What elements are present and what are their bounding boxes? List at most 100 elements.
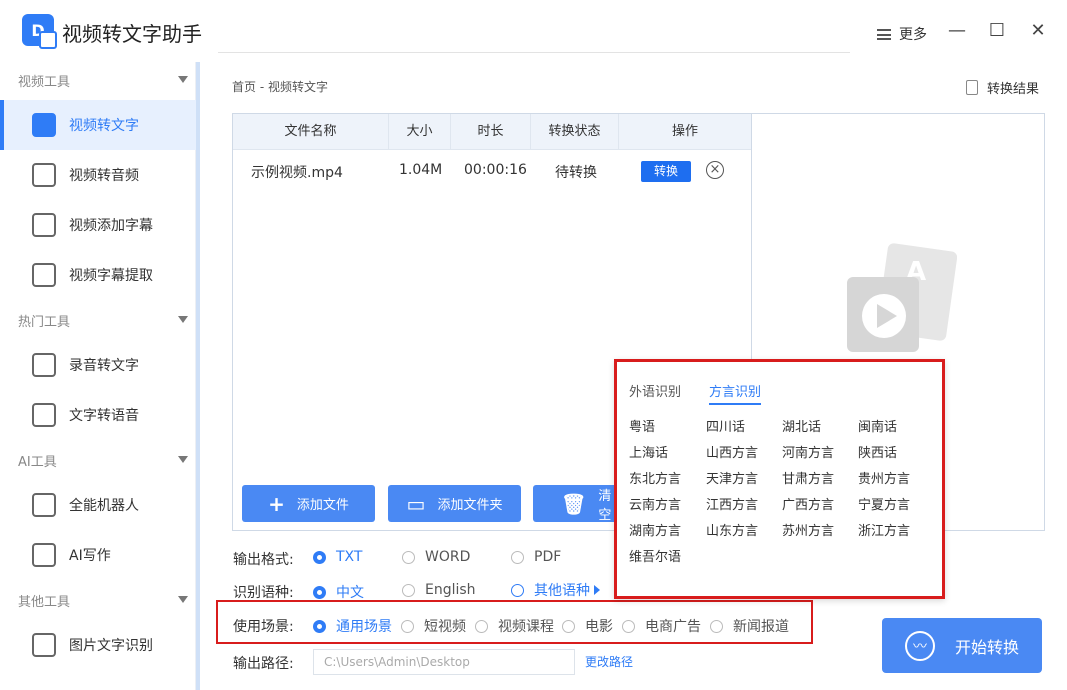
radio-dot (313, 550, 326, 564)
dialect-option[interactable]: 山东方言 (706, 520, 758, 539)
add-folder-label: 添加文件夹 (437, 498, 503, 513)
sidebar-item-ai-writing[interactable]: AI写作 (0, 530, 196, 580)
sidebar-item-label: 文字转语音 (69, 408, 139, 424)
dialect-option[interactable]: 四川话 (706, 416, 745, 435)
dialect-option[interactable]: 湖南方言 (629, 520, 681, 539)
lang-english-radio[interactable]: English (402, 582, 476, 598)
radio-dot (511, 550, 524, 564)
sidebar-section-ai-tools[interactable]: AI工具 (0, 442, 196, 478)
microphone-icon (32, 353, 56, 377)
close-button[interactable]: ✕ (1029, 22, 1047, 40)
sidebar: 视频工具 视频转文字 视频转音频 视频添加字幕 视频字幕提取 热门工具 录音转文… (0, 62, 196, 690)
scene-course-radio[interactable]: 视频课程 (475, 616, 554, 636)
sidebar-item-audio-to-text[interactable]: 录音转文字 (0, 340, 196, 390)
dialect-option[interactable]: 天津方言 (706, 468, 758, 487)
convert-button[interactable]: 转换 (641, 161, 691, 182)
output-path-label: 输出路径: (233, 656, 294, 672)
radio-label: WORD (425, 549, 471, 565)
collapse-arrow-icon (178, 596, 188, 603)
radio-label: 通用场景 (336, 619, 392, 635)
tab-dialect[interactable]: 方言识别 (709, 381, 762, 405)
sidebar-section-hot-tools[interactable]: 热门工具 (0, 302, 196, 338)
dialect-option[interactable]: 粤语 (629, 416, 655, 435)
scene-short-video-radio[interactable]: 短视频 (401, 616, 466, 636)
sidebar-item-image-ocr[interactable]: 图片文字识别 (0, 620, 196, 670)
dialect-option[interactable]: 贵州方言 (858, 468, 910, 487)
header-filename: 文件名称 (233, 114, 389, 150)
audio-wave-icon: 〰 (904, 630, 935, 661)
maximize-button[interactable]: ☐ (988, 22, 1006, 40)
dialect-option[interactable]: 湖北话 (782, 416, 821, 435)
radio-label: 视频课程 (498, 619, 554, 635)
collapse-arrow-icon (178, 316, 188, 323)
sidebar-item-add-subtitle[interactable]: 视频添加字幕 (0, 200, 196, 250)
start-convert-button[interactable]: 〰开始转换 (882, 618, 1042, 673)
scene-news-radio[interactable]: 新闻报道 (710, 616, 789, 636)
lang-chinese-radio[interactable]: 中文 (313, 582, 364, 602)
plus-icon: + (268, 491, 285, 516)
radio-label: 电商广告 (645, 619, 701, 635)
dialect-option[interactable]: 广西方言 (782, 494, 834, 513)
sidebar-item-label: 视频转文字 (69, 118, 139, 134)
header-divider (218, 52, 850, 53)
output-format-label: 输出格式: (233, 552, 294, 568)
radio-dot (622, 619, 635, 633)
output-path-input[interactable]: C:\Users\Admin\Desktop (313, 649, 575, 675)
format-txt-radio[interactable]: TXT (313, 549, 362, 565)
dialect-option[interactable]: 东北方言 (629, 468, 681, 487)
dialect-option[interactable]: 云南方言 (629, 494, 681, 513)
sidebar-item-text-to-speech[interactable]: 文字转语音 (0, 390, 196, 440)
scene-general-radio[interactable]: 通用场景 (313, 616, 392, 636)
section-label: AI工具 (18, 454, 57, 470)
remove-icon[interactable]: × (706, 161, 724, 179)
radio-label: 新闻报道 (733, 619, 789, 635)
radio-label: TXT (336, 549, 363, 565)
image-text-icon (32, 633, 56, 657)
section-label: 视频工具 (18, 74, 71, 90)
conversion-result-link[interactable]: 转换结果 (966, 78, 1039, 97)
sidebar-item-video-to-audio[interactable]: 视频转音频 (0, 150, 196, 200)
more-button[interactable]: 更多 (877, 24, 927, 44)
breadcrumb: 首页 - 视频转文字 (232, 80, 328, 94)
video-text-icon (32, 113, 56, 137)
minimize-button[interactable]: — (948, 22, 966, 40)
dialect-option[interactable]: 陕西话 (858, 442, 897, 461)
dialect-option[interactable]: 浙江方言 (858, 520, 910, 539)
sidebar-section-video-tools[interactable]: 视频工具 (0, 62, 196, 98)
radio-label: 中文 (336, 585, 364, 601)
dialect-option[interactable]: 江西方言 (706, 494, 758, 513)
tab-foreign-language[interactable]: 外语识别 (629, 381, 681, 400)
sidebar-section-other-tools[interactable]: 其他工具 (0, 582, 196, 618)
dialect-option[interactable]: 苏州方言 (782, 520, 834, 539)
dialect-option[interactable]: 山西方言 (706, 442, 758, 461)
add-file-button[interactable]: + 添加文件 (242, 485, 375, 522)
scene-movie-radio[interactable]: 电影 (562, 616, 613, 636)
dialect-option[interactable]: 河南方言 (782, 442, 834, 461)
menu-icon (877, 28, 891, 40)
dialect-option[interactable]: 上海话 (629, 442, 668, 461)
sidebar-item-label: 视频添加字幕 (69, 218, 153, 234)
dialect-option[interactable]: 宁夏方言 (858, 494, 910, 513)
dialect-option[interactable]: 闽南话 (858, 416, 897, 435)
arrow-right-icon (594, 585, 600, 595)
cell-duration: 00:00:16 (464, 162, 527, 178)
radio-dot (402, 583, 415, 597)
sidebar-item-video-to-text[interactable]: 视频转文字 (0, 100, 196, 150)
format-pdf-radio[interactable]: PDF (511, 549, 561, 565)
dialect-option[interactable]: 维吾尔语 (629, 546, 681, 565)
table-header: 文件名称 大小 时长 转换状态 操作 (233, 114, 751, 150)
scene-ecommerce-radio[interactable]: 电商广告 (622, 616, 701, 636)
sidebar-item-label: 全能机器人 (69, 498, 139, 514)
sidebar-item-label: 图片文字识别 (69, 638, 153, 654)
dialect-option[interactable]: 甘肃方言 (782, 468, 834, 487)
sidebar-item-label: 录音转文字 (69, 358, 139, 374)
sidebar-item-robot[interactable]: 全能机器人 (0, 480, 196, 530)
robot-icon (32, 493, 56, 517)
sidebar-item-extract-subtitle[interactable]: 视频字幕提取 (0, 250, 196, 300)
add-folder-button[interactable]: ▭ 添加文件夹 (388, 485, 521, 522)
radio-label: 其他语种 (534, 583, 590, 599)
change-path-link[interactable]: 更改路径 (585, 653, 633, 670)
format-word-radio[interactable]: WORD (402, 549, 470, 565)
clear-button[interactable]: 🗑 清空 (533, 485, 618, 523)
lang-other-radio[interactable]: 其他语种 (511, 580, 600, 600)
